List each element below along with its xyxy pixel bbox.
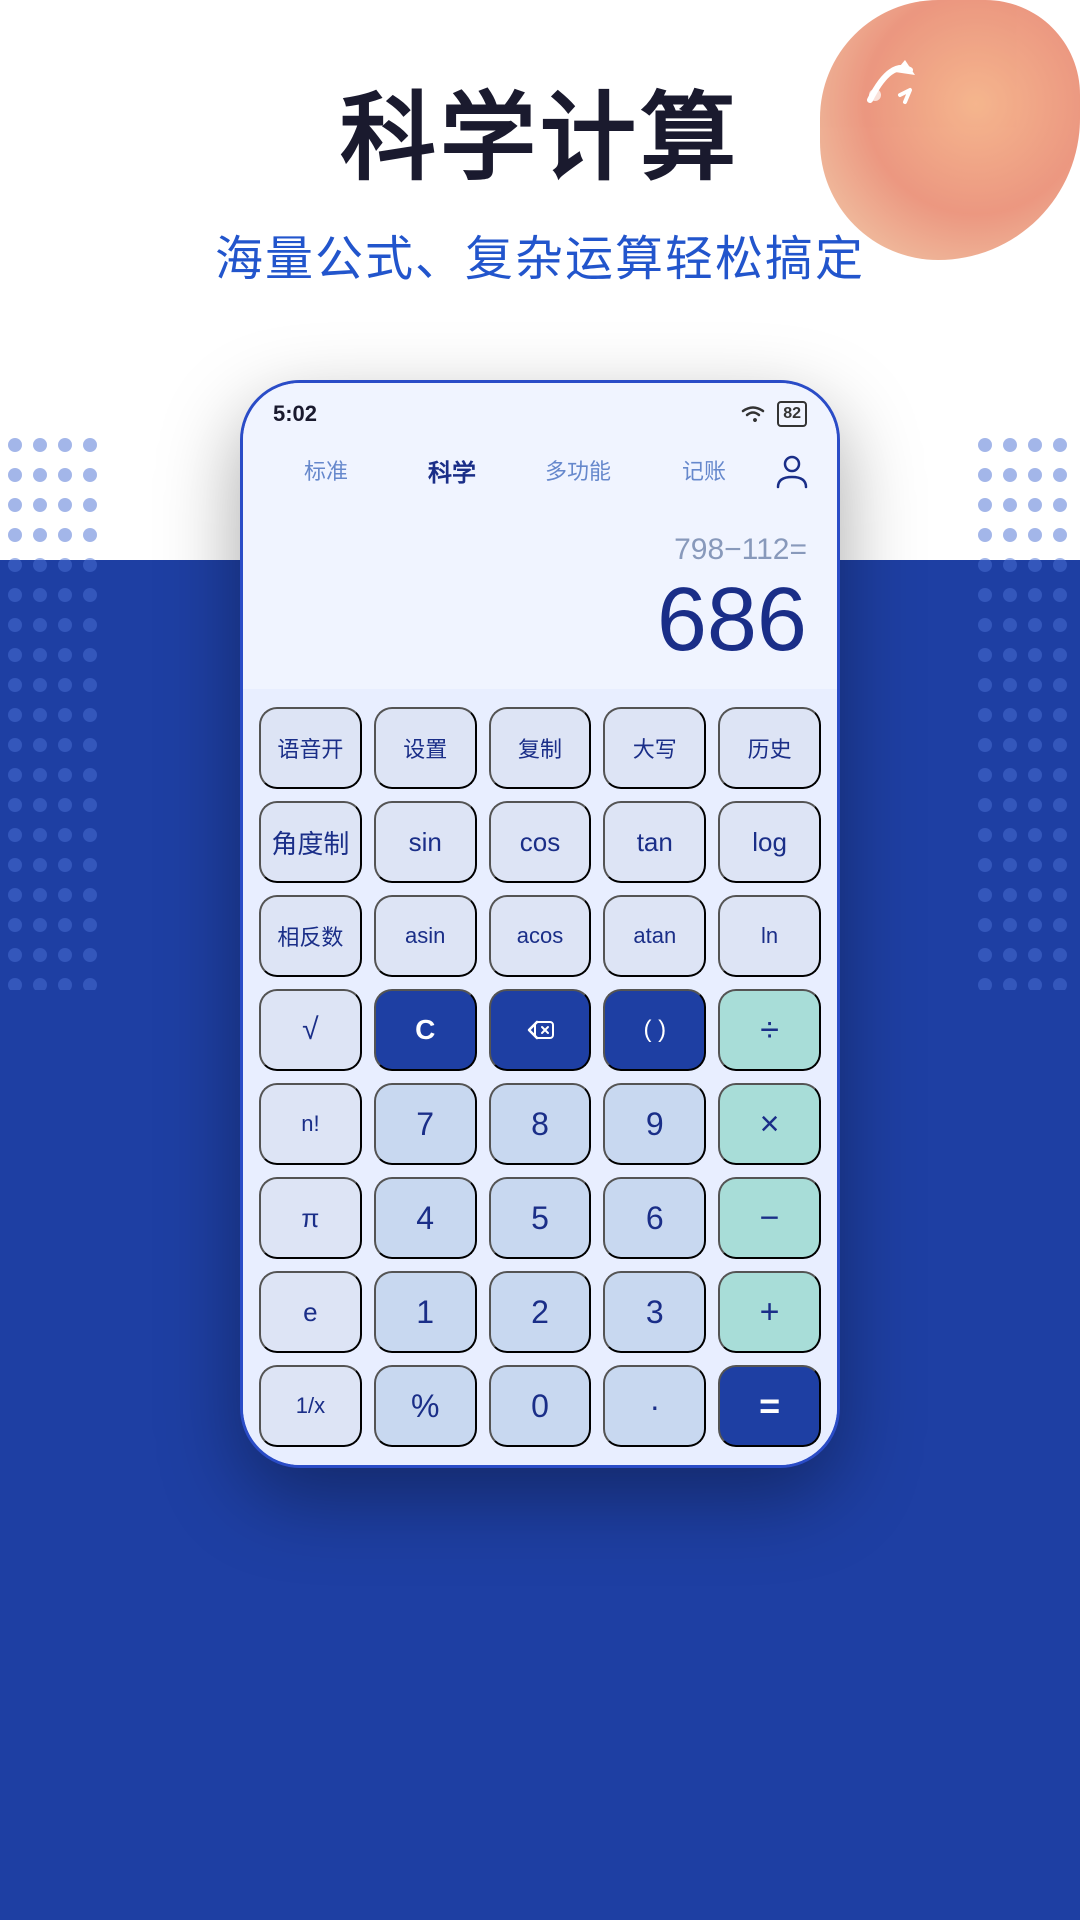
key-voice[interactable]: 语音开 bbox=[259, 707, 362, 789]
key-degree[interactable]: 角度制 bbox=[259, 801, 362, 883]
calc-result: 686 bbox=[657, 575, 807, 665]
user-button[interactable] bbox=[767, 445, 817, 495]
key-9[interactable]: 9 bbox=[603, 1083, 706, 1165]
key-copy[interactable]: 复制 bbox=[489, 707, 592, 789]
key-atan[interactable]: atan bbox=[603, 895, 706, 977]
status-icons: 82 bbox=[739, 401, 807, 427]
calc-expression: 798−112= bbox=[674, 533, 807, 567]
tab-standard[interactable]: 标准 bbox=[263, 448, 389, 492]
key-negate[interactable]: 相反数 bbox=[259, 895, 362, 977]
key-6[interactable]: 6 bbox=[603, 1177, 706, 1259]
key-caps[interactable]: 大写 bbox=[603, 707, 706, 789]
calc-display: 798−112= 686 bbox=[243, 509, 837, 689]
key-cos[interactable]: cos bbox=[489, 801, 592, 883]
key-3[interactable]: 3 bbox=[603, 1271, 706, 1353]
key-1[interactable]: 1 bbox=[374, 1271, 477, 1353]
status-bar: 5:02 82 bbox=[243, 383, 837, 435]
hero-subtitle: 海量公式、复杂运算轻松搞定 bbox=[215, 219, 865, 289]
key-pi[interactable]: π bbox=[259, 1177, 362, 1259]
key-2[interactable]: 2 bbox=[489, 1271, 592, 1353]
key-factorial[interactable]: n! bbox=[259, 1083, 362, 1165]
phone-mockup: 5:02 82 标准 科学 多功能 记账 bbox=[240, 380, 840, 1468]
key-log[interactable]: log bbox=[718, 801, 821, 883]
key-sqrt[interactable]: √ bbox=[259, 989, 362, 1071]
key-asin[interactable]: asin bbox=[374, 895, 477, 977]
key-reciprocal[interactable]: 1/x bbox=[259, 1365, 362, 1447]
tab-science[interactable]: 科学 bbox=[389, 447, 515, 494]
hero-section: 科学计算 海量公式、复杂运算轻松搞定 bbox=[0, 0, 1080, 420]
key-backspace[interactable] bbox=[489, 989, 592, 1071]
dot-pattern-left bbox=[0, 430, 110, 995]
status-time: 5:02 bbox=[273, 401, 317, 427]
key-clear[interactable]: C bbox=[374, 989, 477, 1071]
dot-pattern-right bbox=[970, 430, 1080, 995]
keypad: 语音开 设置 复制 大写 历史 角度制 sin cos tan log 相反数 … bbox=[243, 689, 837, 1465]
wifi-icon bbox=[739, 404, 767, 424]
key-ln[interactable]: ln bbox=[718, 895, 821, 977]
tab-accounting[interactable]: 记账 bbox=[641, 448, 767, 492]
key-8[interactable]: 8 bbox=[489, 1083, 592, 1165]
key-tan[interactable]: tan bbox=[603, 801, 706, 883]
key-e[interactable]: e bbox=[259, 1271, 362, 1353]
key-minus[interactable]: − bbox=[718, 1177, 821, 1259]
nav-tabs: 标准 科学 多功能 记账 bbox=[243, 435, 837, 509]
key-paren[interactable]: ( ) bbox=[603, 989, 706, 1071]
key-dot[interactable]: · bbox=[603, 1365, 706, 1447]
decorative-blob bbox=[820, 0, 1080, 260]
key-0[interactable]: 0 bbox=[489, 1365, 592, 1447]
key-acos[interactable]: acos bbox=[489, 895, 592, 977]
key-plus[interactable]: + bbox=[718, 1271, 821, 1353]
key-history[interactable]: 历史 bbox=[718, 707, 821, 789]
key-percent[interactable]: % bbox=[374, 1365, 477, 1447]
hero-title: 科学计算 bbox=[340, 60, 740, 199]
key-5[interactable]: 5 bbox=[489, 1177, 592, 1259]
key-4[interactable]: 4 bbox=[374, 1177, 477, 1259]
key-settings[interactable]: 设置 bbox=[374, 707, 477, 789]
phone-frame: 5:02 82 标准 科学 多功能 记账 bbox=[240, 380, 840, 1468]
key-multiply[interactable]: × bbox=[718, 1083, 821, 1165]
key-equal[interactable]: = bbox=[718, 1365, 821, 1447]
key-sin[interactable]: sin bbox=[374, 801, 477, 883]
key-divide[interactable]: ÷ bbox=[718, 989, 821, 1071]
key-7[interactable]: 7 bbox=[374, 1083, 477, 1165]
battery-icon: 82 bbox=[777, 401, 807, 427]
tab-multifunction[interactable]: 多功能 bbox=[515, 448, 641, 492]
